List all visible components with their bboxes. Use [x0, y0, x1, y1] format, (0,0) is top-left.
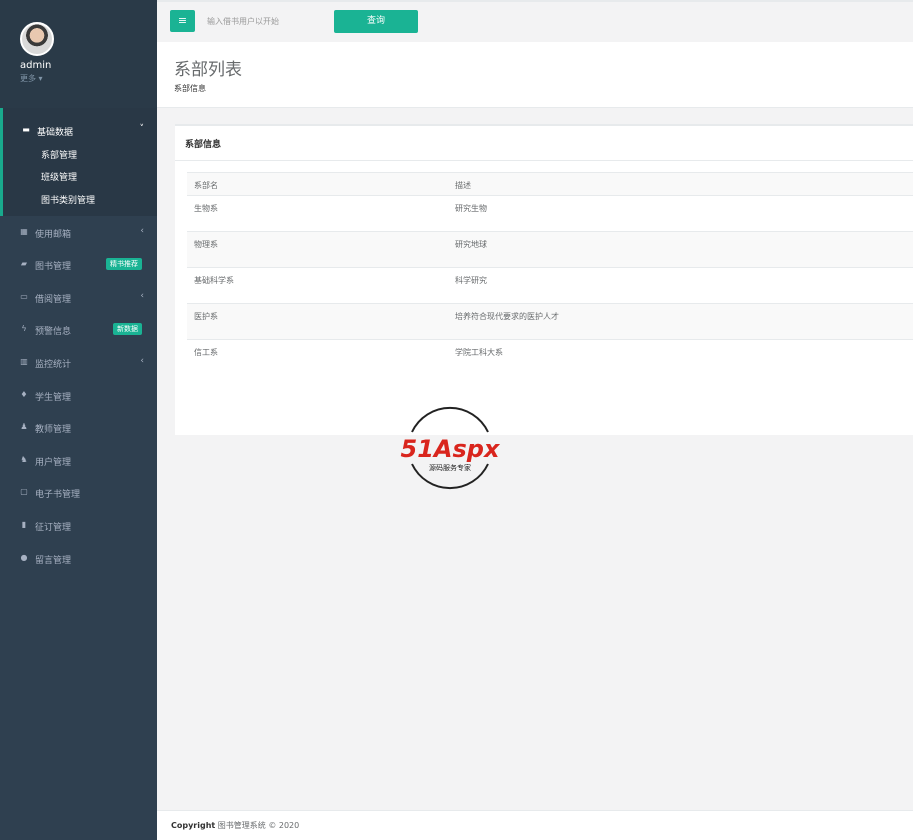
sidebar-item-warning[interactable]: ϟ 预警信息 新数据: [0, 314, 157, 344]
user-icon: ♟: [20, 422, 28, 431]
sidebar-item-label: 基础数据: [37, 128, 74, 138]
column-header-name: 系部名: [194, 181, 218, 190]
sidebar-item-borrow[interactable]: ▭ 借阅管理 ‹: [0, 282, 157, 312]
chevron-down-icon: ˅: [139, 124, 145, 134]
status-badge: 新数据: [113, 323, 142, 335]
cell-name: 物理系: [194, 240, 218, 249]
department-table: 系部名 描述 生物系 研究生物 物理系 研究地球 基础科学系 科学研究 医护系 …: [187, 172, 913, 376]
breadcrumb[interactable]: 系部信息: [174, 83, 206, 94]
card-title: 系部信息: [185, 140, 222, 150]
sidebar-item-label: 监控统计: [35, 360, 72, 370]
divider: [175, 160, 913, 161]
sidebar-item-stats[interactable]: ▥ 监控统计 ‹: [0, 347, 157, 377]
sidebar: admin 更多 ▾ ▬ 基础数据 ˅ 系部管理 班级管理 图书类别管理 ▦ 使…: [0, 0, 157, 840]
cell-desc: 培养符合现代要求的医护人才: [455, 312, 559, 321]
watermark-subtext: 源码服务专家: [429, 463, 471, 472]
table-row[interactable]: 医护系 培养符合现代要求的医护人才: [187, 304, 913, 340]
sidebar-item-label: 学生管理: [35, 393, 72, 403]
sidebar-item-label: 使用邮箱: [35, 230, 72, 240]
sidebar-item-books[interactable]: ▰ 图书管理 精书推荐: [0, 249, 157, 279]
table-row[interactable]: 基础科学系 科学研究: [187, 268, 913, 304]
cell-name: 基础科学系: [194, 276, 234, 285]
footer: Copyright 图书管理系统 © 2020: [157, 810, 913, 840]
table-header: 系部名 描述: [187, 172, 913, 196]
cell-name: 生物系: [194, 204, 218, 213]
chevron-left-icon: ‹: [140, 291, 144, 301]
sidebar-item-email[interactable]: ▦ 使用邮箱 ‹: [0, 217, 157, 247]
profile-area: admin 更多 ▾: [0, 0, 157, 108]
sidebar-item-basic-data[interactable]: ▬ 基础数据 ˅: [0, 115, 157, 145]
grid-icon: ▬: [22, 125, 30, 134]
folder-icon: ▢: [20, 487, 28, 496]
sidebar-item-teachers[interactable]: ♟ 教师管理: [0, 412, 157, 442]
sidebar-item-label: 用户管理: [35, 458, 72, 468]
status-badge: 精书推荐: [106, 258, 142, 270]
sidebar-item-label: 教师管理: [35, 425, 72, 435]
watermark-text: 51Aspx: [401, 435, 501, 463]
book-icon: ▰: [20, 259, 28, 268]
sidebar-subitem-book-category[interactable]: 图书类别管理: [41, 193, 95, 206]
top-navbar: ≡ 查询: [157, 0, 913, 42]
query-button[interactable]: 查询: [334, 10, 418, 33]
bar-chart-icon: ▥: [20, 357, 28, 366]
cell-desc: 研究生物: [455, 204, 487, 213]
cell-desc: 研究地球: [455, 240, 487, 249]
sidebar-item-label: 借阅管理: [35, 295, 72, 305]
cell-name: 信工系: [194, 348, 218, 357]
sidebar-item-label: 留言管理: [35, 556, 72, 566]
copyright-label: Copyright: [171, 821, 216, 830]
sidebar-item-ebooks[interactable]: ▢ 电子书管理: [0, 477, 157, 507]
sidebar-subitem-department[interactable]: 系部管理: [41, 148, 77, 161]
chevron-left-icon: ‹: [140, 356, 144, 366]
username: admin: [20, 60, 52, 71]
cell-desc: 学院工科大系: [455, 348, 503, 357]
department-card: 系部信息 系部名 描述 生物系 研究生物 物理系 研究地球 基础科学系 科学研究…: [175, 124, 913, 435]
table-row[interactable]: 信工系 学院工科大系: [187, 340, 913, 376]
graduation-cap-icon: ♦: [20, 390, 28, 399]
column-header-desc: 描述: [455, 181, 471, 190]
inbox-icon: ▭: [20, 292, 28, 301]
sidebar-item-label: 电子书管理: [35, 490, 81, 500]
sidebar-item-subscriptions[interactable]: ▮ 征订管理: [0, 510, 157, 540]
table-row[interactable]: 物理系 研究地球: [187, 232, 913, 268]
grid-icon: ▦: [20, 227, 28, 236]
sidebar-subitem-class[interactable]: 班级管理: [41, 170, 77, 183]
search-input[interactable]: [201, 10, 331, 32]
page-title: 系部列表: [174, 60, 242, 80]
watermark-logo: 51Aspx 源码服务专家: [401, 406, 501, 490]
cell-desc: 科学研究: [455, 276, 487, 285]
comment-icon: ●: [20, 553, 28, 562]
copyright-text: 图书管理系统 © 2020: [217, 821, 300, 830]
cell-name: 医护系: [194, 312, 218, 321]
bolt-icon: ϟ: [21, 324, 27, 333]
sidebar-item-students[interactable]: ♦ 学生管理: [0, 380, 157, 410]
sidebar-item-users[interactable]: ♞ 用户管理: [0, 445, 157, 475]
users-icon: ♞: [20, 455, 28, 464]
menu-toggle-button[interactable]: ≡: [170, 10, 195, 32]
sidebar-item-label: 征订管理: [35, 523, 72, 533]
sidebar-item-label: 预警信息: [35, 327, 72, 337]
sidebar-item-label: 图书管理: [35, 262, 72, 272]
sidebar-item-messages[interactable]: ● 留言管理: [0, 543, 157, 573]
more-dropdown[interactable]: 更多 ▾: [20, 73, 43, 84]
chevron-left-icon: ‹: [140, 226, 144, 236]
footer-copyright: Copyright 图书管理系统 © 2020: [171, 820, 299, 831]
page-header: 系部列表 系部信息: [157, 42, 913, 108]
avatar[interactable]: [20, 22, 54, 56]
table-row[interactable]: 生物系 研究生物: [187, 196, 913, 232]
barcode-icon: ▮: [21, 520, 27, 529]
